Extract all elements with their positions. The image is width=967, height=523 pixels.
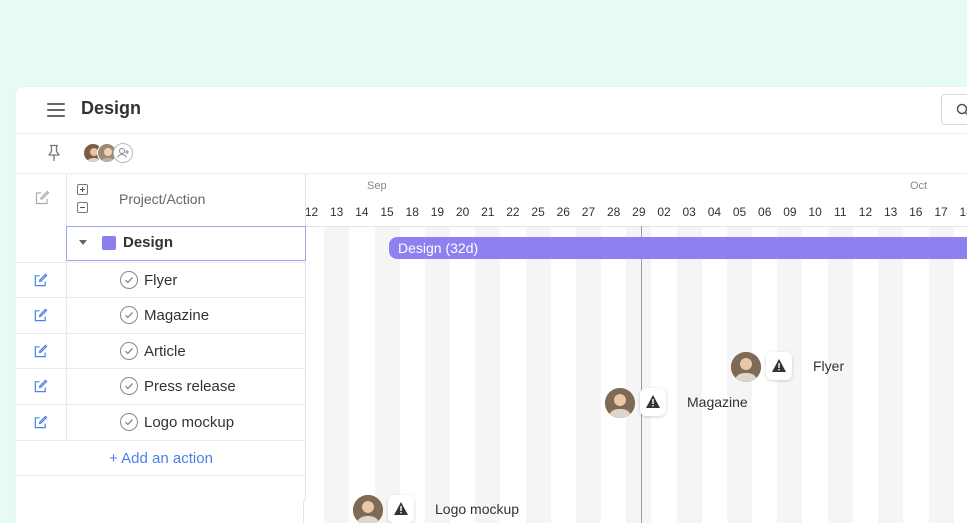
search-icon	[956, 103, 967, 116]
action-label: Article	[144, 342, 186, 360]
day-label: 04	[707, 205, 722, 219]
pin-icon[interactable]	[46, 144, 62, 162]
day-label: 02	[657, 205, 671, 219]
day-label: 13	[883, 205, 898, 219]
day-label: 12	[306, 205, 319, 219]
gantt-item-label: Magazine	[687, 394, 748, 410]
check-circle-icon[interactable]	[120, 306, 138, 325]
day-label: 25	[531, 205, 545, 219]
gantt-item-label: Logo mockup	[435, 501, 520, 517]
table-row[interactable]: Press release	[16, 368, 306, 404]
check-circle-icon[interactable]	[120, 377, 138, 396]
month-label: Oct	[910, 180, 928, 192]
group-label: Design	[123, 234, 174, 251]
day-stripe	[878, 226, 904, 523]
day-label: 18	[405, 205, 419, 219]
edit-icon[interactable]	[33, 415, 48, 430]
day-label: 27	[581, 205, 596, 219]
action-table: Project/Action Design Flyer Magazine Art…	[16, 174, 306, 523]
day-label: 15	[380, 205, 394, 219]
day-label: 06	[758, 205, 772, 219]
day-label: 16	[909, 205, 923, 219]
day-stripe	[324, 226, 350, 523]
day-stripe	[475, 226, 501, 523]
check-circle-icon[interactable]	[120, 412, 138, 431]
gantt-bar-design[interactable]: Design (32d)	[389, 237, 967, 259]
check-circle-icon[interactable]	[120, 270, 138, 289]
gantt-item-label: Flyer	[813, 358, 845, 374]
edit-icon[interactable]	[33, 308, 48, 323]
day-label: 10	[808, 205, 822, 219]
day-label: 28	[606, 205, 621, 219]
gantt-bar-label: Design (32d)	[398, 240, 479, 256]
group-color-swatch	[102, 236, 116, 250]
warning-icon[interactable]	[388, 495, 414, 523]
members-bar	[16, 134, 967, 174]
edit-icon[interactable]	[34, 190, 50, 206]
caret-down-icon[interactable]	[79, 240, 87, 245]
collapse-all-button[interactable]	[77, 202, 88, 213]
day-label: 14	[355, 205, 369, 219]
day-stripe	[424, 226, 450, 523]
group-row-design[interactable]: Design	[66, 226, 306, 261]
add-user-button[interactable]	[113, 143, 133, 163]
day-stripe	[827, 226, 853, 523]
day-label: 09	[783, 205, 797, 219]
action-label: Magazine	[144, 307, 210, 325]
warning-icon[interactable]	[640, 388, 666, 416]
day-label: 21	[481, 205, 495, 219]
day-label: 22	[506, 205, 520, 219]
top-bar: Design	[16, 87, 967, 134]
avatar[interactable]	[353, 495, 383, 523]
day-label: 29	[632, 205, 646, 219]
avatar[interactable]	[731, 352, 761, 382]
table-row[interactable]: Logo mockup	[16, 403, 306, 440]
action-label: Logo mockup	[144, 413, 235, 431]
day-label: 05	[732, 205, 747, 219]
column-header-project-action: Project/Action	[119, 191, 206, 207]
expand-all-button[interactable]	[77, 184, 88, 195]
today-line	[641, 226, 642, 523]
day-label: 18	[959, 205, 967, 219]
day-label: 12	[858, 205, 873, 219]
day-label: 19	[430, 205, 445, 219]
search-input[interactable]	[941, 94, 967, 125]
check-circle-icon[interactable]	[120, 341, 138, 360]
table-row[interactable]: Article	[16, 332, 306, 369]
month-label: Sep	[367, 180, 387, 192]
day-stripe	[928, 226, 954, 523]
hamburger-icon[interactable]	[47, 101, 65, 119]
day-label: 20	[455, 205, 470, 219]
table-row[interactable]: Magazine	[16, 297, 306, 333]
day-label: 11	[834, 205, 847, 219]
gantt-chart: Sep Oct 12 13 14 15 18 19 20 21 22 25 26 27 28 29 02 03…	[306, 174, 967, 523]
app-window: Design Project/Action Design Flyer Magaz…	[16, 87, 967, 523]
add-user-icon	[117, 148, 129, 158]
table-row[interactable]: Flyer	[16, 261, 306, 298]
day-label: 17	[934, 205, 948, 219]
day-stripe	[626, 226, 652, 523]
action-label: Press release	[144, 378, 236, 396]
day-label: 13	[329, 205, 344, 219]
day-label: 03	[682, 205, 696, 219]
edit-icon[interactable]	[33, 273, 48, 288]
add-action-button[interactable]: + Add an action	[16, 450, 306, 467]
edit-icon[interactable]	[33, 379, 48, 394]
avatar[interactable]	[605, 388, 635, 418]
action-label: Flyer	[144, 271, 178, 289]
day-stripe	[374, 226, 400, 523]
warning-icon[interactable]	[766, 352, 792, 380]
day-stripe	[575, 226, 601, 523]
edit-icon[interactable]	[33, 344, 48, 359]
page-title: Design	[81, 98, 142, 118]
day-stripe	[525, 226, 551, 523]
day-stripe	[676, 226, 702, 523]
day-label: 26	[556, 205, 570, 219]
